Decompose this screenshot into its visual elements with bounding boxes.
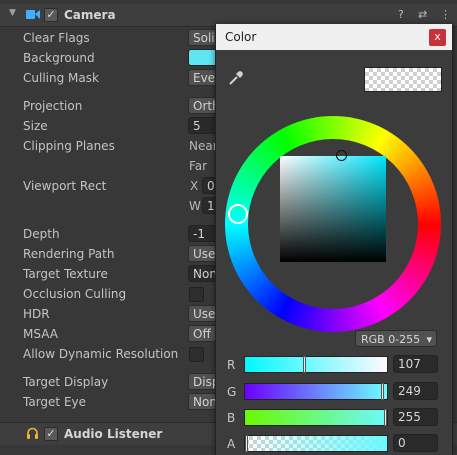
culling-mask-label: Culling Mask	[23, 71, 99, 85]
channel-r-label: R	[227, 358, 236, 372]
color-mode-dropdown[interactable]: RGB 0-255 ▾	[355, 330, 437, 347]
camera-enabled-checkbox[interactable]: ✓	[44, 8, 58, 22]
channel-g-slider[interactable]	[244, 383, 388, 400]
clipping-far-label: Far	[189, 159, 208, 173]
camera-title: Camera	[64, 8, 116, 22]
close-button[interactable]: x	[429, 29, 446, 46]
color-picker-window: Color x RGB 0-255 ▾ R 107 G 249 B 255 A …	[215, 24, 453, 455]
foldout-arrow-icon[interactable]: ▼	[9, 8, 16, 18]
occlusion-culling-checkbox[interactable]	[189, 287, 204, 302]
hue-cursor[interactable]	[228, 204, 248, 224]
target-display-label: Target Display	[23, 375, 109, 389]
projection-label: Projection	[23, 99, 83, 113]
target-texture-label: Target Texture	[23, 267, 108, 281]
hdr-label: HDR	[23, 307, 50, 321]
color-window-title: Color	[225, 30, 257, 44]
viewport-w-label: W	[189, 199, 201, 213]
channel-a-thumb[interactable]	[245, 435, 248, 452]
saturation-value-square[interactable]	[280, 156, 386, 262]
component-menu-icon[interactable]: ⋮	[440, 8, 451, 21]
clipping-near-label: Near	[189, 139, 218, 153]
background-label: Background	[23, 51, 95, 65]
chevron-down-icon: ▾	[426, 333, 432, 346]
channel-b-thumb[interactable]	[384, 409, 387, 426]
camera-icon	[26, 10, 40, 19]
sv-cursor[interactable]	[336, 150, 347, 161]
headphones-icon	[27, 427, 38, 439]
depth-label: Depth	[23, 227, 60, 241]
audio-listener-enabled-checkbox[interactable]: ✓	[44, 427, 58, 441]
rendering-path-label: Rendering Path	[23, 247, 115, 261]
viewport-rect-label: Viewport Rect	[23, 179, 107, 193]
allow-dynamic-resolution-checkbox[interactable]	[189, 347, 204, 362]
allow-dynamic-resolution-label: Allow Dynamic Resolution	[23, 347, 179, 361]
channel-r-thumb[interactable]	[303, 356, 306, 373]
viewport-x-label: X	[190, 179, 199, 193]
color-preview-swatch	[364, 67, 442, 92]
channel-a-field[interactable]: 0	[393, 434, 438, 452]
channel-a-slider[interactable]	[244, 435, 388, 452]
channel-a-label: A	[227, 437, 236, 451]
channel-g-field[interactable]: 249	[393, 382, 438, 400]
occlusion-culling-label: Occlusion Culling	[23, 287, 127, 301]
channel-r-field[interactable]: 107	[393, 355, 438, 373]
eyedropper-icon[interactable]	[227, 69, 245, 87]
clear-flags-label: Clear Flags	[23, 31, 90, 45]
help-icon[interactable]: ?	[398, 8, 404, 21]
channel-r-slider[interactable]	[244, 356, 388, 373]
clipping-planes-label: Clipping Planes	[23, 139, 115, 153]
target-eye-label: Target Eye	[23, 395, 87, 409]
channel-b-label: B	[227, 411, 236, 425]
audio-listener-title: Audio Listener	[64, 427, 163, 441]
msaa-label: MSAA	[23, 327, 58, 341]
color-mode-value: RGB 0-255	[361, 333, 421, 346]
presets-icon[interactable]: ⇄	[418, 8, 427, 21]
color-window-titlebar[interactable]: Color x	[216, 24, 452, 50]
channel-g-thumb[interactable]	[381, 383, 384, 400]
channel-b-field[interactable]: 255	[393, 408, 438, 426]
channel-b-slider[interactable]	[244, 409, 388, 426]
channel-g-label: G	[227, 385, 237, 399]
size-label: Size	[23, 119, 48, 133]
